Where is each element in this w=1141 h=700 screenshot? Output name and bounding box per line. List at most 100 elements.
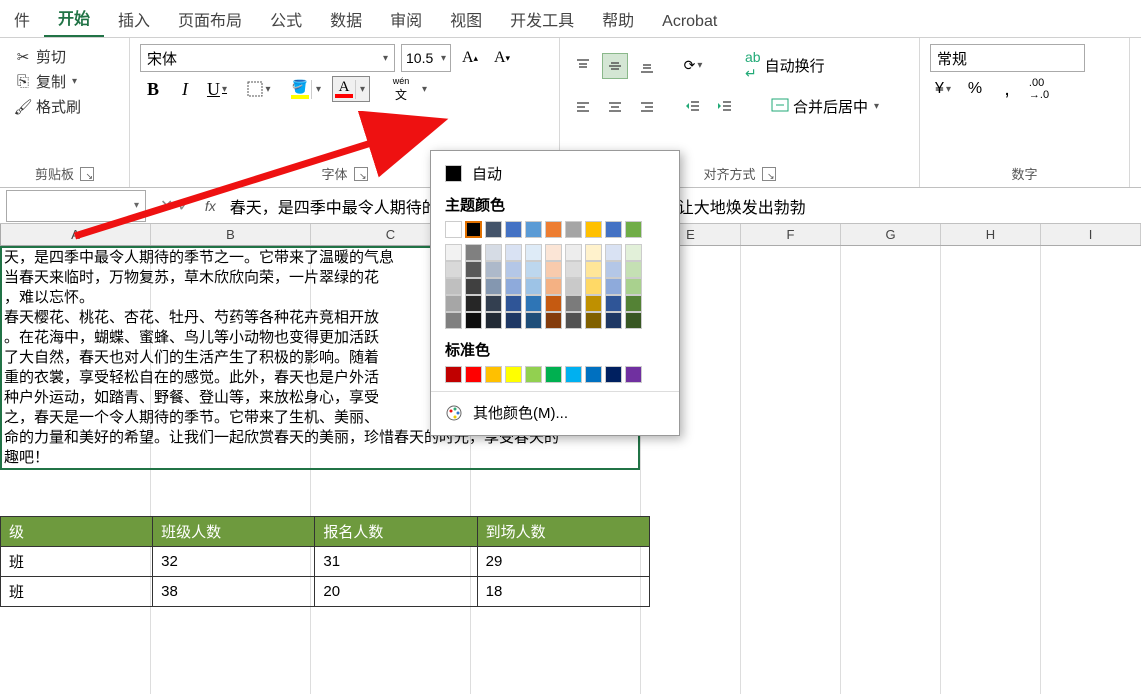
- tab-home[interactable]: 开始: [44, 0, 104, 37]
- table-cell[interactable]: 29: [477, 547, 649, 577]
- col-header[interactable]: I: [1041, 224, 1141, 245]
- color-swatch[interactable]: [465, 221, 482, 238]
- merge-center-button[interactable]: 合并后居中 ▾: [762, 91, 888, 122]
- tab-acrobat[interactable]: Acrobat: [648, 5, 731, 37]
- more-colors-button[interactable]: 其他颜色(M)...: [431, 398, 679, 427]
- tab-page-layout[interactable]: 页面布局: [164, 0, 256, 37]
- color-swatch[interactable]: [485, 244, 502, 261]
- color-swatch[interactable]: [465, 312, 482, 329]
- color-swatch[interactable]: [525, 295, 542, 312]
- underline-button[interactable]: U▾: [204, 76, 230, 102]
- increase-indent-button[interactable]: [712, 94, 738, 120]
- color-swatch[interactable]: [605, 278, 622, 295]
- table-cell[interactable]: 班: [1, 547, 153, 577]
- color-swatch[interactable]: [505, 295, 522, 312]
- currency-button[interactable]: ¥▾: [930, 76, 956, 102]
- color-swatch[interactable]: [625, 312, 642, 329]
- color-swatch[interactable]: [545, 366, 562, 383]
- color-swatch[interactable]: [545, 221, 562, 238]
- color-swatch[interactable]: [625, 261, 642, 278]
- color-swatch[interactable]: [465, 261, 482, 278]
- color-swatch[interactable]: [545, 244, 562, 261]
- chevron-down-icon[interactable]: ▾: [355, 80, 369, 99]
- table-header[interactable]: 级: [1, 517, 153, 547]
- color-swatch[interactable]: [525, 261, 542, 278]
- color-swatch[interactable]: [605, 295, 622, 312]
- color-swatch[interactable]: [565, 278, 582, 295]
- color-swatch[interactable]: [565, 295, 582, 312]
- table-cell[interactable]: 20: [315, 577, 477, 607]
- align-center-button[interactable]: [602, 94, 628, 120]
- color-swatch[interactable]: [565, 244, 582, 261]
- color-swatch[interactable]: [505, 278, 522, 295]
- table-cell[interactable]: 18: [477, 577, 649, 607]
- color-swatch[interactable]: [585, 244, 602, 261]
- color-swatch[interactable]: [485, 366, 502, 383]
- tab-review[interactable]: 审阅: [376, 0, 436, 37]
- confirm-icon[interactable]: ✓: [177, 196, 190, 216]
- color-swatch[interactable]: [625, 278, 642, 295]
- color-swatch[interactable]: [505, 221, 522, 238]
- color-swatch[interactable]: [605, 261, 622, 278]
- col-header[interactable]: F: [741, 224, 841, 245]
- increase-decimal-button[interactable]: .00→.0: [1026, 76, 1052, 102]
- color-swatch[interactable]: [625, 295, 642, 312]
- color-swatch[interactable]: [625, 221, 642, 238]
- color-swatch[interactable]: [505, 312, 522, 329]
- percent-button[interactable]: %: [962, 76, 988, 102]
- color-swatch[interactable]: [585, 221, 602, 238]
- tab-help[interactable]: 帮助: [588, 0, 648, 37]
- color-swatch[interactable]: [485, 278, 502, 295]
- tab-data[interactable]: 数据: [316, 0, 376, 37]
- fill-color-button[interactable]: 🪣 ▾: [288, 76, 326, 102]
- color-swatch[interactable]: [505, 244, 522, 261]
- bold-button[interactable]: B: [140, 76, 166, 102]
- increase-font-button[interactable]: A▴: [457, 45, 483, 71]
- color-swatch[interactable]: [525, 244, 542, 261]
- color-swatch[interactable]: [485, 312, 502, 329]
- align-left-button[interactable]: [570, 94, 596, 120]
- color-swatch[interactable]: [565, 221, 582, 238]
- font-size-select[interactable]: 10.5 ▾: [401, 44, 451, 72]
- color-swatch[interactable]: [545, 261, 562, 278]
- color-swatch[interactable]: [605, 244, 622, 261]
- color-swatch[interactable]: [565, 261, 582, 278]
- color-swatch[interactable]: [445, 278, 462, 295]
- color-swatch[interactable]: [585, 278, 602, 295]
- color-swatch[interactable]: [485, 261, 502, 278]
- fx-icon[interactable]: fx: [199, 198, 222, 214]
- color-swatch[interactable]: [545, 312, 562, 329]
- table-cell[interactable]: 31: [315, 547, 477, 577]
- color-swatch[interactable]: [445, 261, 462, 278]
- color-swatch[interactable]: [545, 295, 562, 312]
- color-swatch[interactable]: [585, 295, 602, 312]
- chevron-down-icon[interactable]: ▾: [134, 200, 139, 211]
- color-swatch[interactable]: [465, 244, 482, 261]
- table-cell[interactable]: 38: [153, 577, 315, 607]
- decrease-indent-button[interactable]: [680, 94, 706, 120]
- col-header[interactable]: B: [151, 224, 311, 245]
- table-cell[interactable]: 32: [153, 547, 315, 577]
- font-family-select[interactable]: 宋体 ▾: [140, 44, 395, 72]
- cancel-icon[interactable]: ✕: [160, 196, 173, 216]
- number-format-select[interactable]: 常规: [930, 44, 1085, 72]
- color-swatch[interactable]: [485, 221, 502, 238]
- color-swatch[interactable]: [505, 261, 522, 278]
- decrease-font-button[interactable]: A▾: [489, 45, 515, 71]
- table-cell[interactable]: 班: [1, 577, 153, 607]
- align-top-button[interactable]: [570, 53, 596, 79]
- font-color-button[interactable]: A ▾: [332, 76, 370, 102]
- copy-button[interactable]: ⎘ 复制 ▾: [10, 69, 119, 94]
- col-header[interactable]: A: [1, 224, 151, 245]
- col-header[interactable]: G: [841, 224, 941, 245]
- color-swatch[interactable]: [605, 221, 622, 238]
- align-middle-button[interactable]: [602, 53, 628, 79]
- color-swatch[interactable]: [465, 366, 482, 383]
- table-header[interactable]: 班级人数: [153, 517, 315, 547]
- align-bottom-button[interactable]: [634, 53, 660, 79]
- color-swatch[interactable]: [605, 312, 622, 329]
- color-auto-button[interactable]: 自动: [431, 159, 679, 188]
- font-launcher[interactable]: [354, 167, 368, 181]
- color-swatch[interactable]: [445, 366, 462, 383]
- color-swatch[interactable]: [625, 244, 642, 261]
